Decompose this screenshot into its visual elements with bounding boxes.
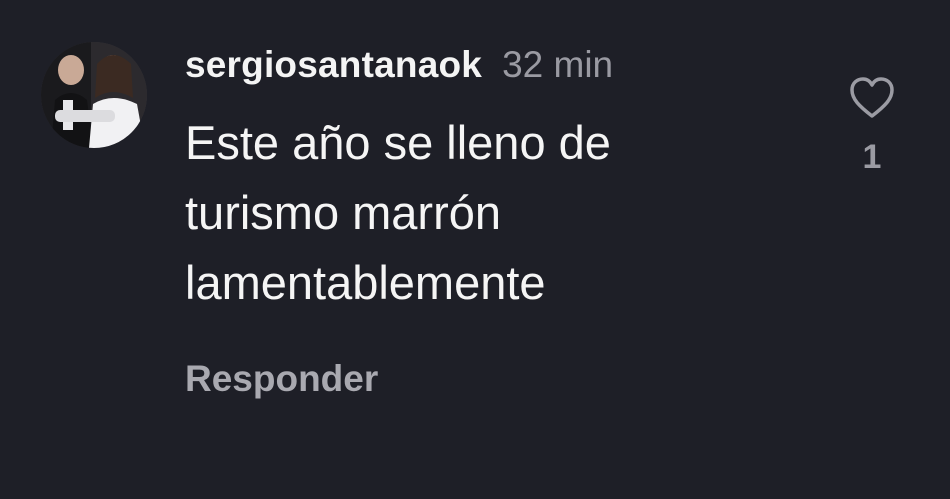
comment-text: Este año se lleno de turismo marrón lame…	[185, 116, 611, 309]
heart-outline-icon[interactable]	[847, 74, 897, 122]
comment: sergiosantanaok 32 min Este año se lleno…	[0, 0, 950, 499]
comment-body: sergiosantanaok 32 min Este año se lleno…	[185, 44, 785, 318]
like-section: 1	[845, 74, 899, 177]
comment-header: sergiosantanaok 32 min	[185, 44, 785, 100]
avatar[interactable]	[41, 42, 147, 148]
username[interactable]: sergiosantanaok	[185, 44, 482, 86]
like-count: 1	[862, 138, 882, 176]
timestamp: 32 min	[502, 44, 614, 85]
reply-button[interactable]: Responder	[185, 358, 378, 400]
